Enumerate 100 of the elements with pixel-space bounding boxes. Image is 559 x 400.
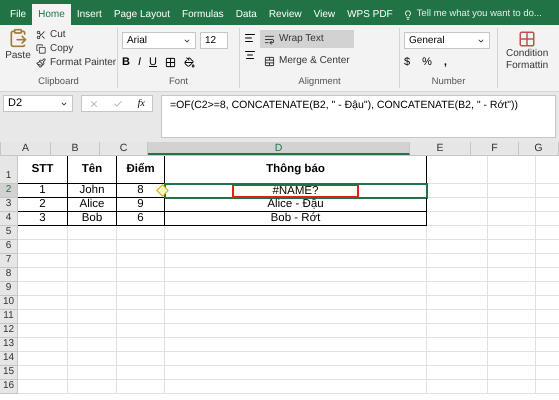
grid-cell[interactable]: [427, 156, 488, 184]
grid-cell[interactable]: [18, 296, 68, 310]
copy-button[interactable]: Copy: [36, 42, 116, 56]
ribbon-tab[interactable]: Data: [230, 4, 263, 25]
grid-cell[interactable]: [165, 310, 427, 324]
number-format-field[interactable]: General: [404, 32, 490, 49]
grid-cell[interactable]: [427, 380, 488, 394]
grid-cell[interactable]: [165, 296, 427, 310]
grid-cell[interactable]: [427, 296, 488, 310]
grid-cell[interactable]: [117, 352, 165, 366]
underline-button[interactable]: U: [149, 54, 157, 70]
grid-cell[interactable]: [488, 366, 536, 380]
ribbon-tab[interactable]: Page Layout: [108, 4, 176, 25]
grid-cell[interactable]: [488, 296, 536, 310]
row-header[interactable]: 1: [0, 156, 18, 184]
grid-cell[interactable]: [18, 380, 68, 394]
row-header[interactable]: 4: [0, 212, 18, 226]
grid-cell[interactable]: [18, 282, 68, 296]
grid-cell[interactable]: [165, 324, 427, 338]
row-header[interactable]: 13: [0, 338, 18, 352]
grid-cell[interactable]: [117, 296, 165, 310]
comma-button[interactable]: ,: [444, 54, 447, 70]
grid-cell[interactable]: [427, 366, 488, 380]
grid-cell[interactable]: [68, 296, 117, 310]
grid-cell[interactable]: [18, 240, 68, 254]
warning-icon[interactable]: [156, 184, 169, 197]
grid-cell[interactable]: [488, 380, 536, 394]
fill-color-icon[interactable]: [184, 56, 195, 68]
grid-cell[interactable]: [427, 212, 488, 226]
grid-cell[interactable]: [117, 324, 165, 338]
column-header[interactable]: A: [1, 142, 51, 155]
percent-button[interactable]: %: [422, 54, 432, 70]
formula-field[interactable]: =OF(C2>=8, CONCATENATE(B2, " - Đậu"), CONCATENATE(B2, " - Rớt")): [161, 95, 556, 138]
grid-cell[interactable]: [18, 226, 68, 240]
grid-cell[interactable]: [68, 380, 117, 394]
grid-cell[interactable]: [68, 338, 117, 352]
cancel-icon[interactable]: [89, 98, 100, 108]
grid-cell[interactable]: [427, 254, 488, 268]
grid-cell[interactable]: [18, 366, 68, 380]
row-header[interactable]: 14: [0, 352, 18, 366]
row-header[interactable]: 15: [0, 366, 18, 380]
grid-cell[interactable]: [68, 226, 117, 240]
insert-function-button[interactable]: fx: [138, 96, 145, 111]
grid-cell[interactable]: [117, 310, 165, 324]
grid-cell[interactable]: [18, 352, 68, 366]
grid-cell[interactable]: [488, 254, 536, 268]
cut-button[interactable]: Cut: [36, 28, 116, 42]
row-header[interactable]: 7: [0, 254, 18, 268]
grid-cell[interactable]: [117, 282, 165, 296]
row-header[interactable]: 6: [0, 240, 18, 254]
grid-cell[interactable]: [488, 184, 536, 198]
tell-me-search[interactable]: Tell me what you want to do...: [416, 7, 542, 22]
check-icon[interactable]: [113, 98, 124, 108]
ribbon-tab[interactable]: File: [4, 4, 32, 25]
grid-cell[interactable]: [427, 268, 488, 282]
grid-cell[interactable]: [427, 352, 488, 366]
grid-cell[interactable]: [488, 240, 536, 254]
conditional-formatting-button[interactable]: Condition Formattin: [498, 28, 548, 88]
font-name-field[interactable]: Arial: [122, 32, 196, 49]
grid-cell[interactable]: [427, 338, 488, 352]
grid-cell[interactable]: [427, 198, 488, 212]
grid-cell[interactable]: [488, 198, 536, 212]
name-box[interactable]: D2: [3, 95, 73, 112]
grid-cell[interactable]: [117, 254, 165, 268]
grid-cell[interactable]: [68, 366, 117, 380]
align-icon[interactable]: [244, 49, 256, 61]
row-header[interactable]: 12: [0, 324, 18, 338]
paste-button[interactable]: Paste: [4, 28, 32, 76]
grid-cell[interactable]: [488, 338, 536, 352]
grid-cell[interactable]: [68, 240, 117, 254]
grid-cell[interactable]: [165, 338, 427, 352]
currency-button[interactable]: $: [404, 54, 410, 70]
grid-cell[interactable]: [427, 310, 488, 324]
grid-cell[interactable]: [488, 156, 536, 184]
grid-cell[interactable]: [165, 352, 427, 366]
grid-cell[interactable]: [117, 366, 165, 380]
grid-cell[interactable]: [427, 324, 488, 338]
bold-button[interactable]: B: [122, 54, 130, 70]
font-size-field[interactable]: 12: [200, 32, 228, 49]
grid-cell[interactable]: [117, 268, 165, 282]
grid-cell[interactable]: [165, 268, 427, 282]
grid-cell[interactable]: [427, 240, 488, 254]
grid-cell[interactable]: [165, 226, 427, 240]
align-icon[interactable]: [244, 32, 256, 44]
grid-cell[interactable]: [165, 282, 427, 296]
grid-cell[interactable]: [488, 324, 536, 338]
grid-cell[interactable]: [68, 254, 117, 268]
grid-cell[interactable]: [68, 324, 117, 338]
ribbon-tab[interactable]: Formulas: [176, 4, 230, 25]
row-header[interactable]: 5: [0, 226, 18, 240]
column-header[interactable]: D: [148, 142, 410, 155]
grid-cell[interactable]: [68, 310, 117, 324]
grid-cell[interactable]: [117, 240, 165, 254]
borders-icon[interactable]: [164, 56, 176, 68]
row-header[interactable]: 8: [0, 268, 18, 282]
row-header[interactable]: 16: [0, 380, 18, 394]
grid-cell[interactable]: [488, 226, 536, 240]
row-header[interactable]: 2: [0, 184, 18, 198]
grid-cell[interactable]: [427, 226, 488, 240]
grid-cell[interactable]: [68, 352, 117, 366]
